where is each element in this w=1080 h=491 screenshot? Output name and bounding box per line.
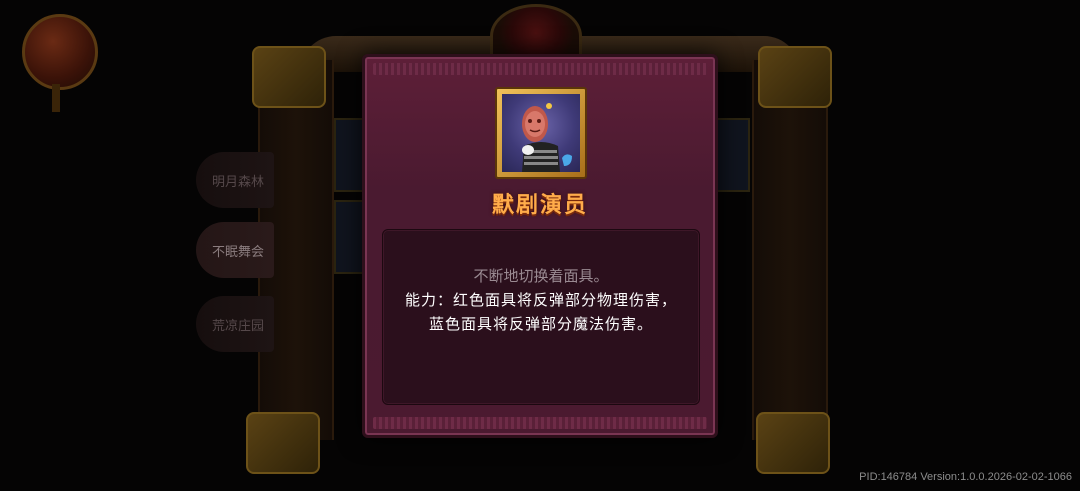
ability-text: 能力：红色面具将反弹部分物理伤害，蓝色面具将反弹部分魔法伤害。: [404, 291, 677, 333]
tab-moon-forest: 明月森林: [196, 152, 274, 208]
monster-info-panel[interactable]: 默剧演员 不断地切换着面具。 能力：红色面具将反弹部分物理伤害，蓝色面具将反弹部…: [362, 54, 718, 438]
description-box: 不断地切换着面具。 能力：红色面具将反弹部分物理伤害，蓝色面具将反弹部分魔法伤害…: [382, 229, 700, 405]
monster-name: 默剧演员: [491, 193, 588, 218]
ornament-icon: [758, 46, 832, 108]
flavor-text: 不断地切换着面具。: [473, 267, 609, 285]
ornament-icon: [252, 46, 326, 108]
monster-card: [714, 118, 750, 192]
panel-border-decoration: [373, 417, 707, 429]
coin-emblem-icon: [22, 14, 98, 90]
ornament-icon: [756, 412, 830, 474]
version-info: PID:146784 Version:1.0.0.2026-02-02-1066: [859, 471, 1072, 483]
ornament-icon: [246, 412, 320, 474]
tab-label: 荒凉庄园: [212, 318, 265, 334]
panel-border-decoration: [373, 63, 707, 75]
mime-character-icon: [522, 103, 572, 172]
tab-desolate-manor: 荒凉庄园: [196, 296, 274, 352]
tab-label: 不眠舞会: [212, 244, 265, 260]
tab-sleepless-ball: 不眠舞会: [196, 222, 274, 278]
monster-portrait: [495, 87, 587, 179]
tab-label: 明月森林: [212, 174, 265, 190]
